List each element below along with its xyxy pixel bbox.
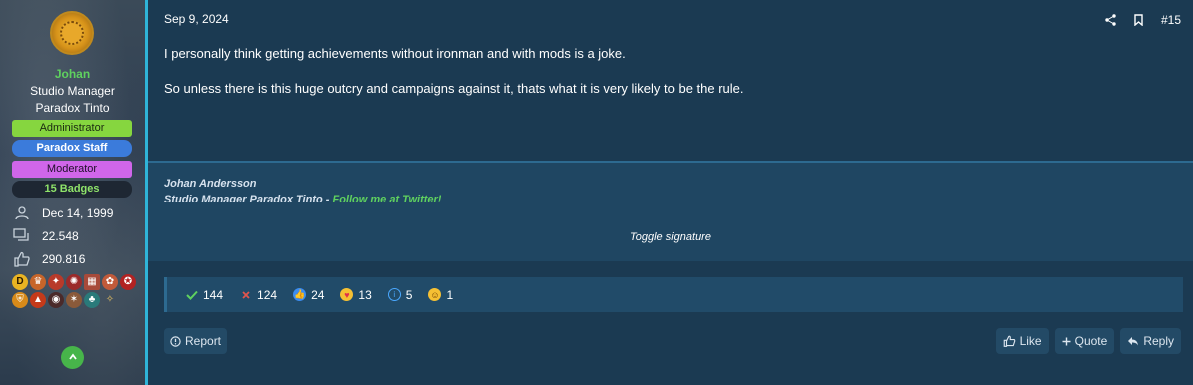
laugh-icon: ☺ [428,288,442,301]
trophy-icon[interactable]: ♛ [30,274,46,290]
cross-icon [239,288,252,301]
trophy-icon[interactable]: ⛨ [12,292,28,308]
messages-icon [12,227,32,245]
user-sidebar: Johan Studio Manager Paradox Tinto Admin… [0,0,145,385]
reactions-stat: 290.816 [12,250,85,268]
post-paragraph: I personally think getting achievements … [164,46,626,61]
like-button[interactable]: Like [995,328,1049,354]
reaction-love[interactable]: ♥ 13 [340,287,372,302]
post-content: Sep 9, 2024 #15 I personally think getti… [148,0,1193,385]
reactions-count: 290.816 [42,252,86,266]
trophy-icon[interactable]: ✿ [102,274,118,290]
post-header-actions: #15 [1105,13,1181,27]
trophy-icon[interactable]: ✶ [66,292,82,308]
post-number[interactable]: #15 [1161,13,1181,27]
info-icon: i [387,288,401,301]
reaction-like[interactable]: 👍 24 [293,288,324,302]
reaction-informative[interactable]: i 5 [387,287,413,302]
heart-eyes-icon: ♥ [340,288,354,301]
post-footer-actions: Like Quote Reply [995,328,1181,354]
signature-line: Studio Manager Paradox Tinto - Follow me… [164,194,441,202]
reaction-count: 5 [405,287,413,302]
avatar[interactable] [50,11,94,55]
trophy-icon[interactable]: ♣ [84,292,100,308]
trophy-icon[interactable]: ▲ [30,292,46,308]
post-date[interactable]: Sep 9, 2024 [164,12,229,26]
toggle-signature-button[interactable]: Toggle signature [148,231,1193,243]
trophy-icon[interactable]: ✧ [102,292,118,308]
reaction-count: 1 [446,287,454,302]
user-icon [12,204,32,222]
quote-label: Quote [1074,334,1108,348]
reaction-count: 13 [358,287,372,302]
plus-icon [1062,337,1071,345]
user-title: Studio Manager [30,84,115,98]
check-icon [185,288,198,301]
post-body: I personally think getting achievements … [164,45,1174,115]
reactions-bar: 144 124 👍 24 ♥ 13 i 5 ☺ 1 [164,277,1183,312]
reply-icon [1128,337,1139,346]
reaction-disagree[interactable]: 124 [239,288,277,302]
chevron-up-icon [68,353,77,360]
joined-date: Dec 14, 1999 [42,206,114,220]
signature-block: Johan Andersson Studio Manager Paradox T… [148,161,1193,261]
reaction-agree[interactable]: 144 [185,288,223,302]
signature-name: Johan Andersson [164,178,257,190]
reaction-count: 144 [203,287,224,302]
trophy-icon[interactable]: ▦ [84,274,100,290]
report-icon [170,335,181,347]
user-studio: Paradox Tinto [35,101,110,115]
thumbs-up-icon [12,250,32,268]
trophy-list: D ♛ ✦ ✺ ▦ ✿ ✪ ⛨ ▲ ◉ ✶ ♣ ✧ [12,274,137,308]
reaction-haha[interactable]: ☺ 1 [428,288,453,302]
report-button[interactable]: Report [164,328,228,354]
thumbs-up-icon: 👍 [293,288,307,301]
quote-button[interactable]: Quote [1054,328,1115,354]
forum-post: Johan Studio Manager Paradox Tinto Admin… [0,0,1193,385]
paradox-staff-banner: Paradox Staff [12,140,132,157]
bookmark-icon[interactable] [1133,14,1145,26]
signature-title: Studio Manager Paradox Tinto - [164,194,333,202]
report-label: Report [185,334,222,348]
trophy-icon[interactable]: ◉ [48,292,64,308]
reply-label: Reply [1143,334,1174,348]
trophy-icon[interactable]: ✪ [120,274,136,290]
share-icon[interactable] [1105,14,1117,26]
thumbs-up-icon [1003,335,1015,347]
username[interactable]: Johan [0,67,145,81]
scroll-top-button[interactable] [61,346,84,369]
like-label: Like [1019,334,1042,348]
messages-stat: 22.548 [12,227,79,245]
reaction-count: 24 [311,287,325,302]
gold-medallion-icon [60,21,84,45]
post-paragraph: So unless there is this huge outcry and … [164,81,744,96]
trophy-icon[interactable]: ✦ [48,274,64,290]
trophy-icon[interactable]: ✺ [66,274,82,290]
badges-banner[interactable]: 15 Badges [12,181,132,198]
trophy-icon[interactable]: D [12,274,28,290]
twitter-link[interactable]: Follow me at Twitter! [332,194,441,202]
joined-stat: Dec 14, 1999 [12,204,113,222]
reaction-count: 124 [257,287,278,302]
reply-button[interactable]: Reply [1120,328,1181,354]
messages-count: 22.548 [42,229,79,243]
moderator-banner: Moderator [12,161,132,178]
administrator-banner: Administrator [12,120,132,137]
